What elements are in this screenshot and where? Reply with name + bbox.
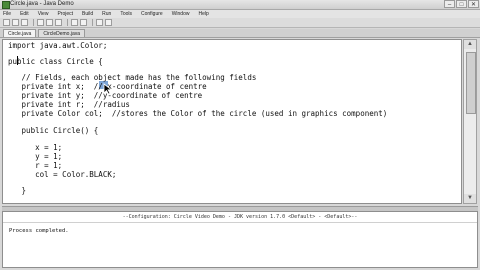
- editor-scrollbar[interactable]: ▲ ▼: [463, 39, 477, 204]
- code-line: col = Color.BLACK;: [8, 170, 117, 179]
- code-line: }: [8, 186, 27, 195]
- code-line: private int r; //radius: [8, 100, 130, 109]
- output-header: --Configuration: Circle Video Demo - JDK…: [3, 212, 477, 223]
- maximize-icon[interactable]: □: [456, 0, 467, 8]
- code-line: x = 1;: [8, 143, 63, 152]
- redo-icon[interactable]: [80, 19, 87, 26]
- paste-icon[interactable]: [55, 19, 62, 26]
- save-icon[interactable]: [21, 19, 28, 26]
- code-line: private Color col; //stores the Color of…: [8, 109, 388, 118]
- scrollbar-thumb[interactable]: [466, 52, 476, 114]
- code-line: y = 1;: [8, 152, 63, 161]
- menu-run[interactable]: Run: [102, 10, 111, 18]
- code-line: // Fields, each object made has the foll…: [8, 73, 257, 82]
- code-line: import java.awt.Color;: [8, 41, 108, 50]
- output-text: Process completed.: [9, 228, 69, 234]
- run-icon[interactable]: [105, 19, 112, 26]
- copy-icon[interactable]: [46, 19, 53, 26]
- menu-edit[interactable]: Edit: [20, 10, 29, 18]
- new-file-icon[interactable]: [3, 19, 10, 26]
- menu-project[interactable]: Project: [57, 10, 73, 18]
- code-line: r = 1;: [8, 161, 63, 170]
- toolbar-separator: [67, 19, 68, 26]
- tab-circle-java[interactable]: Circle.java: [3, 29, 37, 37]
- open-file-icon[interactable]: [12, 19, 19, 26]
- compile-icon[interactable]: [96, 19, 103, 26]
- code-line: public class Circle {: [8, 57, 103, 66]
- output-panel: --Configuration: Circle Video Demo - JDK…: [2, 211, 478, 268]
- toolbar-separator: [92, 19, 93, 26]
- menu-tools[interactable]: Tools: [120, 10, 132, 18]
- menu-bar: File Edit View Project Build Run Tools C…: [0, 10, 480, 18]
- menu-help[interactable]: Help: [198, 10, 208, 18]
- toolbar-separator: [33, 19, 34, 26]
- title-bar: Circle.java - Java Demo ‒ □ ✕: [0, 0, 480, 10]
- minimize-icon[interactable]: ‒: [444, 0, 455, 8]
- toolbar: [0, 18, 480, 28]
- menu-window[interactable]: Window: [172, 10, 190, 18]
- app-icon: [2, 1, 10, 9]
- menu-configure[interactable]: Configure: [141, 10, 163, 18]
- undo-icon[interactable]: [71, 19, 78, 26]
- scroll-down-icon[interactable]: ▼: [464, 194, 476, 203]
- mouse-pointer-icon: [103, 83, 113, 95]
- scroll-up-icon[interactable]: ▲: [464, 40, 476, 49]
- menu-file[interactable]: File: [3, 10, 11, 18]
- code-line: public Circle() {: [8, 126, 99, 135]
- menu-view[interactable]: View: [38, 10, 49, 18]
- window-title: Circle.java - Java Demo: [10, 1, 74, 7]
- editor-tabs: Circle.java CircleDemo.java: [0, 29, 480, 38]
- code-editor[interactable]: import java.awt.Color; public class Circ…: [2, 39, 462, 204]
- cut-icon[interactable]: [37, 19, 44, 26]
- menu-build[interactable]: Build: [82, 10, 93, 18]
- close-icon[interactable]: ✕: [468, 0, 479, 8]
- tab-circle-demo-java[interactable]: CircleDemo.java: [38, 29, 86, 37]
